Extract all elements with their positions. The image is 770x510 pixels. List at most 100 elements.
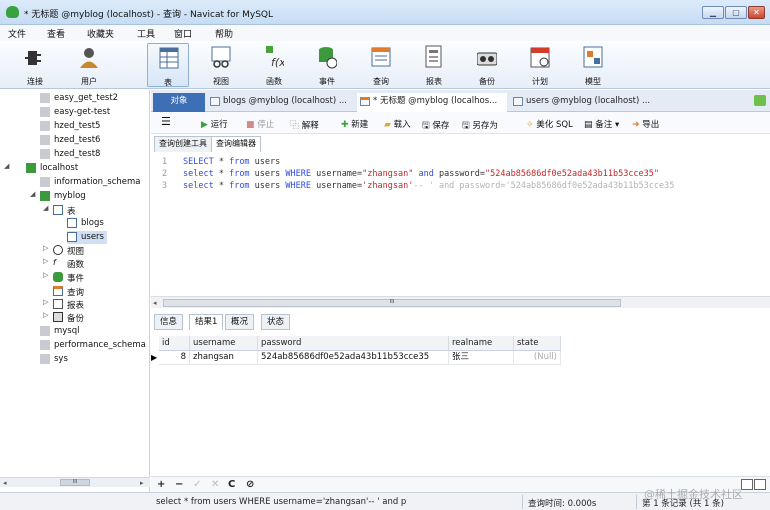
toolbar-view-button[interactable]: 视图 xyxy=(200,43,242,87)
column-header-state[interactable]: state xyxy=(514,336,561,351)
query-icon xyxy=(53,286,63,296)
navicat-app-icon xyxy=(6,6,19,18)
tree-item-label: sys xyxy=(54,354,68,364)
tab-untitled-query[interactable]: * 无标题 @myblog (localhos... xyxy=(357,93,507,112)
tab-objects[interactable]: 对象 xyxy=(153,93,205,112)
scrollbar-thumb[interactable]: III xyxy=(60,479,90,486)
run-button[interactable]: ▶ 运行 xyxy=(201,118,228,130)
svg-text:f(x): f(x) xyxy=(271,56,284,69)
tab-users-table[interactable]: users @myblog (localhost) ... xyxy=(510,93,658,112)
toolbar-label: 表 xyxy=(164,78,172,87)
result-panel: 信息 结果1 概况 状态 id username password realna… xyxy=(151,308,770,476)
expand-arrow-icon[interactable]: ◢ xyxy=(4,162,9,170)
column-header-username[interactable]: username xyxy=(190,336,258,351)
tab-query-builder[interactable]: 查询创建工具 xyxy=(154,136,212,152)
minimize-button[interactable]: ▁ xyxy=(702,6,724,19)
save-button[interactable]: 🖫 保存 xyxy=(422,118,449,134)
stop-button[interactable]: ■ 停止 xyxy=(246,118,274,130)
delete-record-icon[interactable]: − xyxy=(175,479,183,490)
close-button[interactable]: ✕ xyxy=(748,6,765,19)
toolbar-connect-button[interactable]: 连接 xyxy=(14,43,56,87)
toolbar-function-button[interactable]: f(x) 函数 xyxy=(253,43,295,87)
scroll-right-icon[interactable]: ▸ xyxy=(140,478,144,488)
collapse-arrow-icon[interactable]: ▷ xyxy=(43,257,48,265)
tab-blogs-table[interactable]: blogs @myblog (localhost) ... xyxy=(207,93,353,112)
new-button[interactable]: ✚ 新建 xyxy=(341,118,368,130)
tab-status[interactable]: 状态 xyxy=(261,314,291,330)
save-icon: 🖫 xyxy=(422,121,430,131)
table-folder-icon xyxy=(53,205,63,215)
add-record-icon[interactable]: + xyxy=(157,479,165,490)
menu-favorites[interactable]: 收藏夹 xyxy=(87,27,114,40)
table-icon xyxy=(67,232,77,242)
tab-info[interactable]: 信息 xyxy=(154,314,184,330)
code-text: SELECT * from users xyxy=(183,157,281,167)
toolbar-label: 用户 xyxy=(81,77,97,86)
menu-window[interactable]: 窗口 xyxy=(174,27,192,40)
column-header-id[interactable]: id xyxy=(159,336,190,351)
toolbar-query-button[interactable]: 查询 xyxy=(360,43,402,87)
chevron-down-icon[interactable]: ▾ xyxy=(615,120,619,130)
beautify-sql-button[interactable]: ✧ 美化 SQL xyxy=(526,118,573,130)
export-button[interactable]: ➜ 导出 xyxy=(632,118,659,130)
query-toolbar: ☰ ▶ 运行 ■ 停止 ⿻ 解释 ✚ 新建 ▰ 载入 🖫 保存 🖫 另存为 ✧ … xyxy=(151,112,770,134)
column-header-realname[interactable]: realname xyxy=(449,336,514,351)
cell-state[interactable]: (Null) xyxy=(514,351,561,365)
column-header-password[interactable]: password xyxy=(258,336,449,351)
save-as-button[interactable]: 🖫 另存为 xyxy=(462,118,498,134)
maximize-button[interactable]: ▢ xyxy=(725,6,747,19)
scroll-left-icon[interactable]: ◂ xyxy=(3,478,7,488)
expand-arrow-icon[interactable]: ◢ xyxy=(30,190,35,198)
tab-result1[interactable]: 结果1 xyxy=(189,314,224,330)
toolbar-user-button[interactable]: 用户 xyxy=(68,43,110,87)
collapse-arrow-icon[interactable]: ▷ xyxy=(43,311,48,319)
code-text: select * from users WHERE username="zhan… xyxy=(183,169,660,179)
cell-realname[interactable]: 张三 xyxy=(449,351,514,365)
sql-editor[interactable]: 1 SELECT * from users 2 select * from us… xyxy=(151,152,770,296)
toolbar-event-button[interactable]: 事件 xyxy=(306,43,348,87)
table-icon xyxy=(159,47,179,69)
stop-icon[interactable]: ⊘ xyxy=(246,479,254,490)
comment-button[interactable]: ▤ 备注 ▾ xyxy=(584,118,619,130)
cell-username[interactable]: zhangsan xyxy=(190,351,258,365)
collapse-arrow-icon[interactable]: ▷ xyxy=(43,244,48,252)
editor-horizontal-scrollbar[interactable]: ◂ III xyxy=(151,296,770,308)
tree-item-users[interactable]: users xyxy=(67,231,107,244)
toolbar-table-button[interactable]: 表 xyxy=(147,43,189,87)
toolbar-schedule-button[interactable]: 计划 xyxy=(519,43,561,87)
tab-menu-icon[interactable] xyxy=(754,95,766,106)
expand-arrow-icon[interactable]: ◢ xyxy=(43,204,48,212)
toolbar-label: 连接 xyxy=(27,77,43,86)
load-button[interactable]: ▰ 载入 xyxy=(384,118,411,130)
tree-item-label: hzed_test6 xyxy=(54,135,101,145)
event-icon xyxy=(53,272,63,282)
toolbar-backup-button[interactable]: 备份 xyxy=(466,43,508,87)
toolbar-label: 事件 xyxy=(319,77,335,86)
view-icon xyxy=(53,245,63,255)
cell-id[interactable]: 8 xyxy=(159,351,190,365)
hamburger-menu-icon[interactable]: ☰ xyxy=(161,115,171,128)
toolbar-model-button[interactable]: 模型 xyxy=(572,43,614,87)
form-view-icon[interactable] xyxy=(754,479,766,490)
sidebar-horizontal-scrollbar[interactable]: ◂ III ▸ xyxy=(0,477,150,487)
discard-changes-icon[interactable]: ✕ xyxy=(211,479,219,490)
explain-button[interactable]: ⿻ 解释 xyxy=(290,118,319,131)
menu-help[interactable]: 帮助 xyxy=(215,27,233,40)
collapse-arrow-icon[interactable]: ▷ xyxy=(43,271,48,279)
menu-file[interactable]: 文件 xyxy=(8,27,26,40)
stop-icon: ■ xyxy=(246,120,255,130)
toolbar-report-button[interactable]: 报表 xyxy=(413,43,455,87)
tab-query-editor[interactable]: 查询编辑器 xyxy=(211,136,261,152)
menu-view[interactable]: 查看 xyxy=(47,27,65,40)
apply-changes-icon[interactable]: ✓ xyxy=(193,479,201,490)
save-label: 保存 xyxy=(432,121,450,131)
schedule-icon xyxy=(530,47,550,68)
tree-item-label: 事件 xyxy=(67,274,85,284)
cell-password[interactable]: 524ab85686df0e52ada43b11b53cce35 xyxy=(258,351,449,365)
tree-item-label: performance_schema xyxy=(54,340,146,350)
collapse-arrow-icon[interactable]: ▷ xyxy=(43,298,48,306)
menu-tools[interactable]: 工具 xyxy=(137,27,155,40)
refresh-icon[interactable]: C xyxy=(228,479,235,490)
scrollbar-thumb[interactable]: III xyxy=(163,299,621,307)
tab-profile[interactable]: 概况 xyxy=(225,314,255,330)
